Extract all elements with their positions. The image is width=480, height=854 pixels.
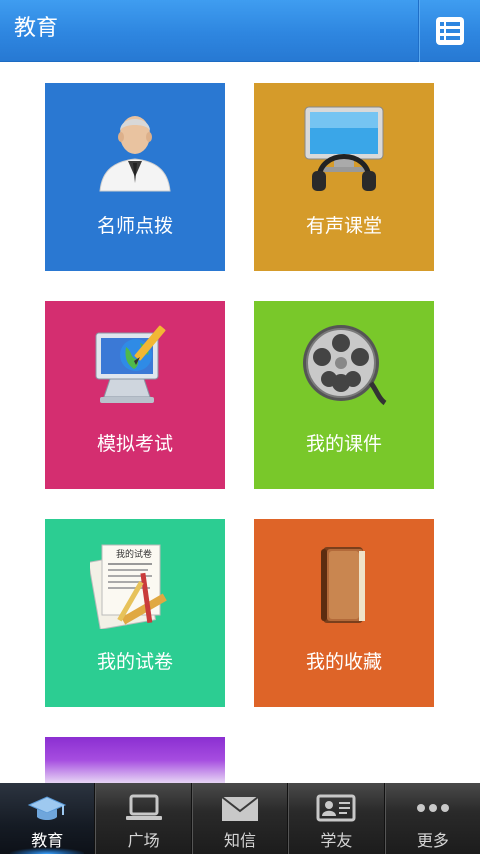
tab-more[interactable]: 更多 (384, 783, 480, 854)
tile-label: 名师点拨 (96, 215, 173, 237)
tile-famous-teacher[interactable]: 名师点拨 (45, 83, 225, 271)
tab-classmates[interactable]: 学友 (288, 783, 385, 854)
tile-my-favorites[interactable]: 我的收藏 (254, 519, 434, 707)
tab-label: 广场 (127, 831, 160, 850)
tab-label: 教育 (31, 831, 64, 850)
graduation-cap-icon (27, 796, 67, 820)
tile-my-courseware[interactable]: 我的课件 (254, 301, 434, 489)
list-menu-icon (436, 17, 464, 45)
tile-mock-exam[interactable]: 模拟考试 (45, 301, 225, 489)
menu-button[interactable] (420, 0, 480, 62)
envelope-icon (221, 796, 259, 821)
tile-label: 有声课堂 (305, 215, 382, 237)
paper-title: 我的试卷 (116, 548, 152, 560)
tile-my-exam-papers[interactable]: 我的试卷 我的试卷 (45, 519, 225, 707)
tile-label: 我的课件 (305, 433, 382, 455)
laptop-icon (125, 794, 162, 820)
teacher-icon (99, 116, 171, 192)
menu-separator (418, 0, 419, 62)
computer-globe-pencil-icon (95, 325, 166, 403)
tab-square[interactable]: 广场 (95, 783, 192, 854)
film-reel-icon (303, 325, 387, 406)
tab-label: 学友 (320, 831, 353, 850)
book-icon (321, 547, 365, 623)
tile-audio-class[interactable]: 有声课堂 (254, 83, 434, 271)
headphones-monitor-icon (304, 106, 384, 191)
more-dots-icon (416, 804, 449, 812)
top-bar: 教育 (0, 0, 480, 62)
tile-partial[interactable] (45, 737, 225, 783)
bottom-tab-bar: 教育 广场 知信 学友 更多 (0, 783, 480, 854)
tab-education[interactable]: 教育 (0, 783, 96, 854)
id-card-icon (316, 794, 356, 822)
exam-paper-icon: 我的试卷 (90, 544, 167, 629)
page-title: 教育 (14, 16, 59, 41)
tab-messages[interactable]: 知信 (191, 783, 289, 854)
tile-label: 模拟考试 (96, 433, 173, 455)
tile-label: 我的试卷 (96, 651, 173, 673)
tab-label: 知信 (224, 831, 257, 850)
tile-grid: 名师点拨 有声课堂 模拟考试 我的课件 我的试卷 我的试卷 我的收藏 (0, 63, 480, 783)
tile-label: 我的收藏 (305, 651, 382, 673)
tab-label: 更多 (416, 831, 449, 850)
